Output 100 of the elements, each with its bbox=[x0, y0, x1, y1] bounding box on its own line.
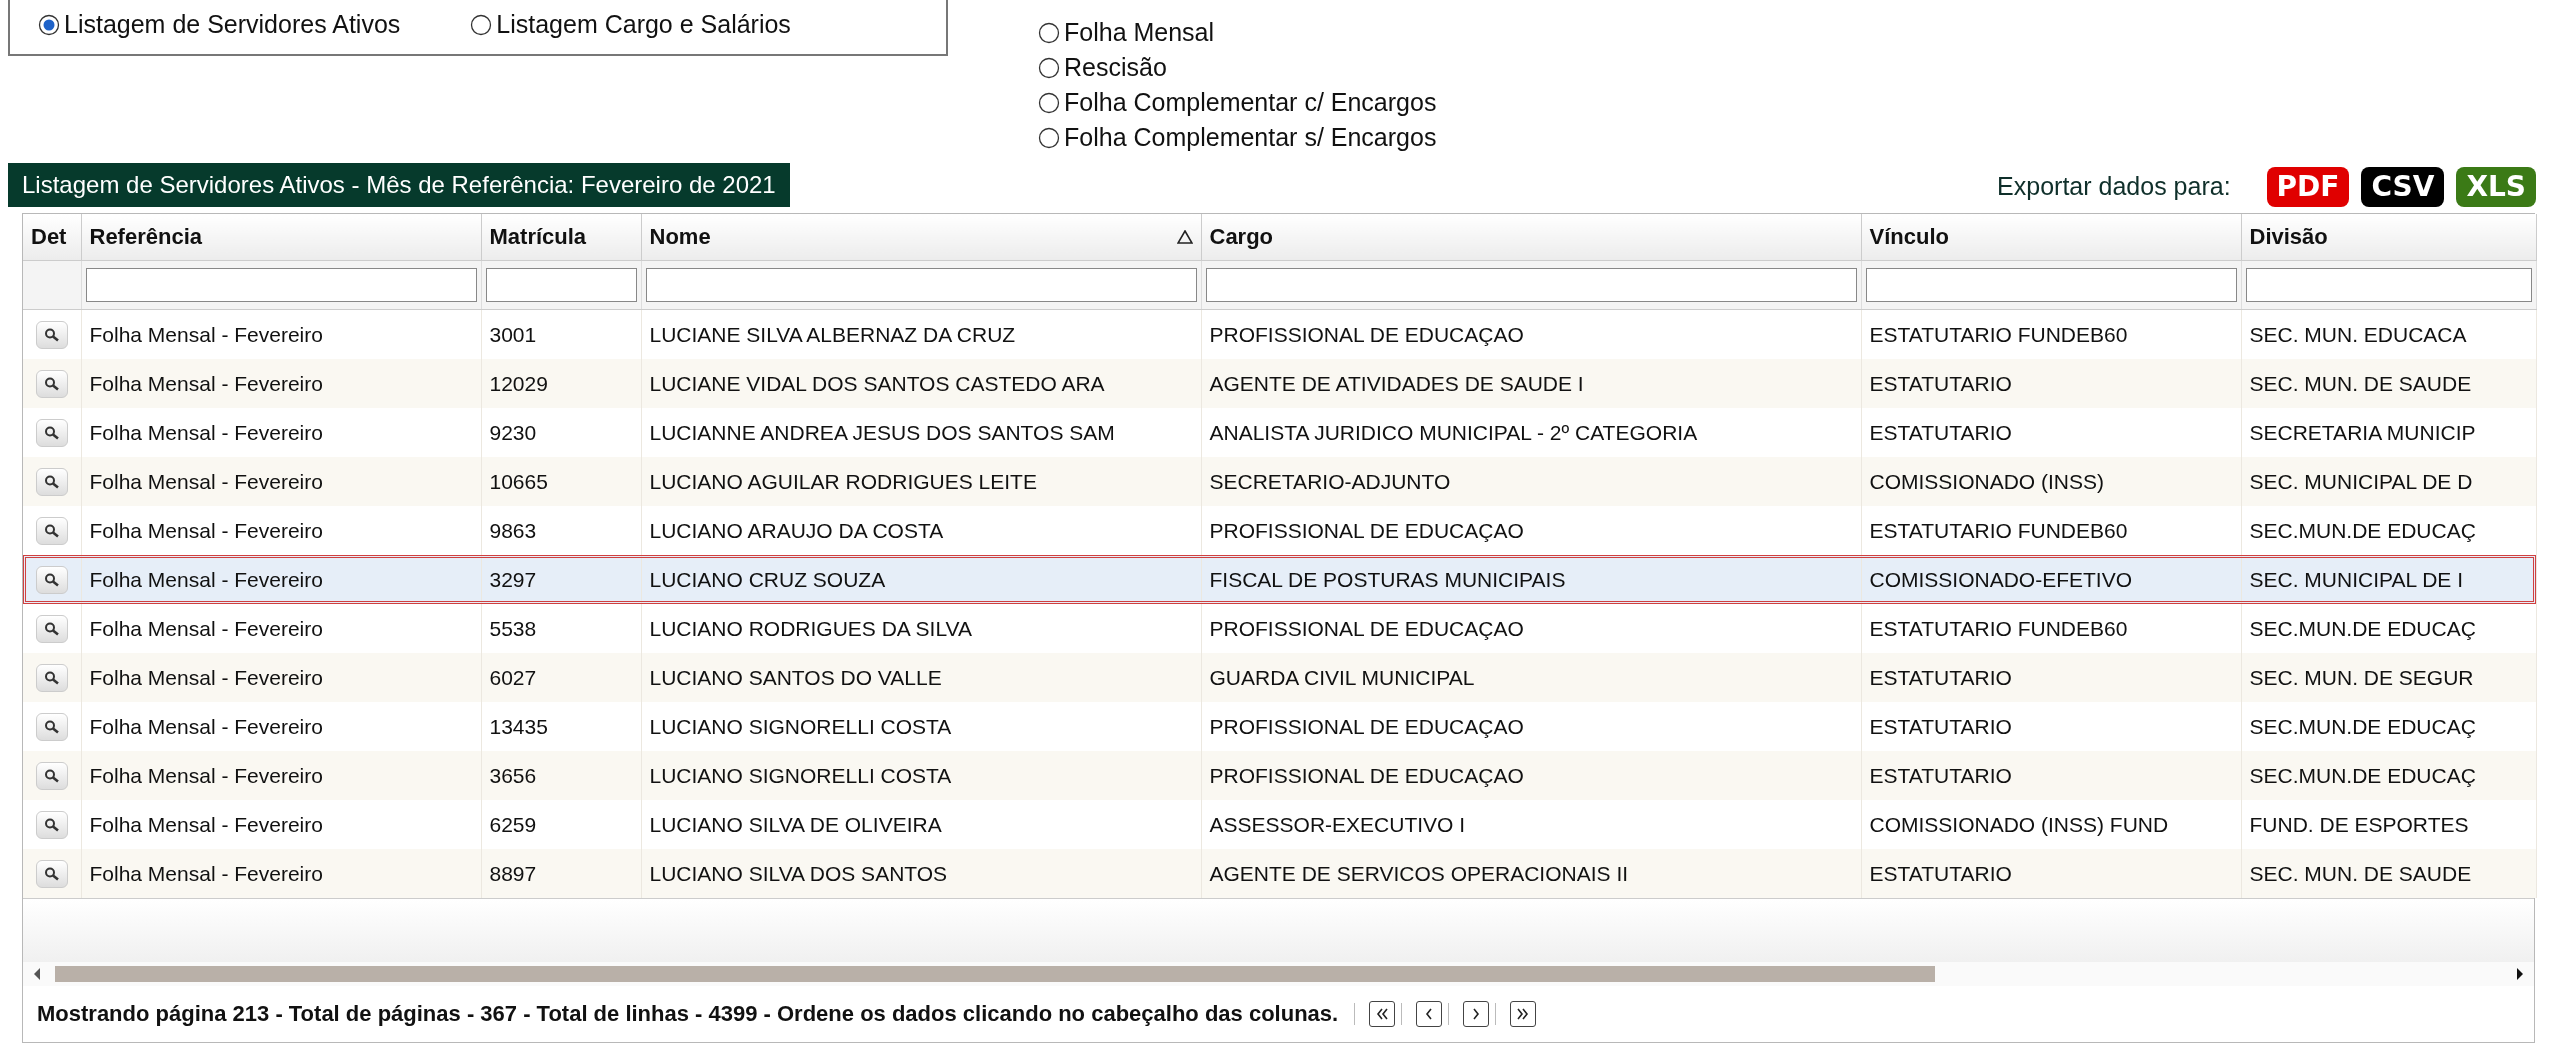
radio-option[interactable]: Folha Complementar c/ Encargos bbox=[1038, 88, 1998, 117]
search-icon bbox=[43, 817, 60, 832]
column-header[interactable]: Nome bbox=[641, 214, 1201, 261]
table-cell: ESTATUTARIO bbox=[1869, 420, 2012, 444]
table-cell: 13435 bbox=[489, 714, 548, 738]
table-row[interactable]: Folha Mensal - Fevereiro 12029 LUCIANE VIDAL DOS SANTOS CASTEDO ARA AGENTE DE ATIVIDADES DE SAUDE I ESTATUTARIO SEC. MUN. DE SAUDE bbox=[23, 359, 2536, 408]
table-cell: 6027 bbox=[489, 665, 537, 689]
filter-field[interactable] bbox=[485, 268, 637, 302]
status-text: Mostrando página 213 - Total de páginas - 367 - Total de linhas - 4399 - Ordene os dados clicando no cabeçalho das colunas. bbox=[37, 1001, 1339, 1027]
details-button[interactable] bbox=[35, 712, 68, 741]
column-header[interactable]: Referência bbox=[81, 214, 481, 261]
column-header[interactable]: Cargo bbox=[1201, 214, 1861, 261]
details-button[interactable] bbox=[35, 614, 68, 643]
table-cell: ESTATUTARIO bbox=[1869, 714, 2012, 738]
radio-button[interactable] bbox=[470, 13, 493, 36]
table-cell: AGENTE DE SERVICOS OPERACIONAIS II bbox=[1209, 861, 1629, 885]
search-icon bbox=[43, 670, 60, 685]
table-cell: 8897 bbox=[489, 861, 537, 885]
export-button[interactable]: CSV bbox=[2361, 167, 2445, 207]
table-row[interactable]: Folha Mensal - Fevereiro 6027 LUCIANO SANTOS DO VALLE GUARDA CIVIL MUNICIPAL ESTATUTARIO SEC. MUN. DE SEGUR bbox=[23, 653, 2536, 702]
table-cell: ESTATUTARIO FUNDEB60 bbox=[1869, 616, 2128, 640]
grid-title: Listagem de Servidores Ativos - Mês de Referência: Fevereiro de 2021 bbox=[8, 163, 790, 207]
table-row[interactable]: Folha Mensal - Fevereiro 10665 LUCIANO AGUILAR RODRIGUES LEITE SECRETARIO-ADJUNTO COMISSIONADO (INSS) SEC. MUNICIPAL DE D bbox=[23, 457, 2536, 506]
table-cell: Folha Mensal - Fevereiro bbox=[89, 714, 323, 738]
table-row[interactable]: Folha Mensal - Fevereiro 3001 LUCIANE SILVA ALBERNAZ DA CRUZ PROFISSIONAL DE EDUCAÇAO ESTATUTARIO FUNDEB60 SEC. MUN. EDUCACA bbox=[23, 309, 2536, 359]
table-cell: SEC.MUN.DE EDUCAÇ bbox=[2249, 714, 2476, 738]
radio-option[interactable]: Folha Mensal bbox=[1038, 18, 1998, 47]
table-cell: LUCIANO CRUZ SOUZA bbox=[649, 567, 886, 591]
filter-field[interactable] bbox=[85, 268, 477, 302]
table-row[interactable]: Folha Mensal - Fevereiro 3297 LUCIANO CRUZ SOUZA FISCAL DE POSTURAS MUNICIPAIS COMISSIONADO-EFETIVO SEC. MUNICIPAL DE I bbox=[23, 555, 2536, 604]
next-page-button[interactable] bbox=[1463, 1001, 1490, 1027]
filter-field[interactable] bbox=[2245, 268, 2532, 302]
details-button[interactable] bbox=[35, 663, 68, 692]
table-cell: ESTATUTARIO FUNDEB60 bbox=[1869, 322, 2128, 346]
scrollbar-thumb[interactable] bbox=[55, 966, 1935, 982]
scroll-left-icon[interactable] bbox=[33, 968, 41, 980]
radio-option[interactable]: Folha Complementar s/ Encargos bbox=[1038, 123, 1998, 152]
details-button[interactable] bbox=[35, 369, 68, 398]
table-cell: SECRETARIA MUNICIP bbox=[2249, 420, 2476, 444]
column-header[interactable]: Det bbox=[23, 214, 81, 261]
table-cell: COMISSIONADO (INSS) FUND bbox=[1869, 812, 2169, 836]
table-cell: SEC. MUN. EDUCACA bbox=[2249, 322, 2467, 346]
details-button[interactable] bbox=[35, 516, 68, 545]
radio-option[interactable]: Rescisão bbox=[1038, 53, 1998, 82]
filter-field[interactable] bbox=[1205, 268, 1857, 302]
first-page-icon bbox=[1374, 1006, 1391, 1022]
last-page-button[interactable] bbox=[1510, 1001, 1537, 1027]
table-row[interactable]: Folha Mensal - Fevereiro 3656 LUCIANO SIGNORELLI COSTA PROFISSIONAL DE EDUCAÇAO ESTATUTARIO SEC.MUN.DE EDUCAÇ bbox=[23, 751, 2536, 800]
table-cell: 3656 bbox=[489, 763, 537, 787]
table-cell: LUCIANO SIGNORELLI COSTA bbox=[649, 763, 952, 787]
radio-button[interactable] bbox=[1038, 126, 1060, 149]
table-cell: ESTATUTARIO bbox=[1869, 861, 2012, 885]
details-button[interactable] bbox=[35, 565, 68, 594]
table-cell: SEC.MUN.DE EDUCAÇ bbox=[2249, 616, 2476, 640]
table-cell: ESTATUTARIO FUNDEB60 bbox=[1869, 518, 2128, 542]
table-row[interactable]: Folha Mensal - Fevereiro 13435 LUCIANO SIGNORELLI COSTA PROFISSIONAL DE EDUCAÇAO ESTATUTARIO SEC.MUN.DE EDUCAÇ bbox=[23, 702, 2536, 751]
table-row[interactable]: Folha Mensal - Fevereiro 9230 LUCIANNE ANDREA JESUS DOS SANTOS SAM ANALISTA JURIDICO MUNICIPAL - 2º CATEGORIA ESTATUTARIO SECRETARIA MUNICIP bbox=[23, 408, 2536, 457]
radio-option[interactable]: Listagem Cargo e Salários bbox=[470, 10, 791, 39]
table-row[interactable]: Folha Mensal - Fevereiro 6259 LUCIANO SILVA DE OLIVEIRA ASSESSOR-EXECUTIVO I COMISSIONADO (INSS) FUND FUND. DE ESPORTES bbox=[23, 800, 2536, 849]
table-row[interactable]: Folha Mensal - Fevereiro 9863 LUCIANO ARAUJO DA COSTA PROFISSIONAL DE EDUCAÇAO ESTATUTARIO FUNDEB60 SEC.MUN.DE EDUCAÇ bbox=[23, 506, 2536, 555]
first-page-button[interactable] bbox=[1369, 1001, 1396, 1027]
table-cell: SECRETARIO-ADJUNTO bbox=[1209, 469, 1451, 493]
details-button[interactable] bbox=[35, 810, 68, 839]
column-header[interactable]: Vínculo bbox=[1861, 214, 2241, 261]
table-cell: Folha Mensal - Fevereiro bbox=[89, 420, 323, 444]
table-row[interactable]: Folha Mensal - Fevereiro 8897 LUCIANO SILVA DOS SANTOS AGENTE DE SERVICOS OPERACIONAIS II ESTATUTARIO SEC. MUN. DE SAUDE bbox=[23, 849, 2536, 898]
table-cell: PROFISSIONAL DE EDUCAÇAO bbox=[1209, 322, 1524, 346]
search-icon bbox=[43, 621, 60, 636]
details-button[interactable] bbox=[35, 467, 68, 496]
radio-button[interactable] bbox=[1038, 21, 1060, 44]
details-button[interactable] bbox=[35, 761, 68, 790]
table-row[interactable]: Folha Mensal - Fevereiro 5538 LUCIANO RODRIGUES DA SILVA PROFISSIONAL DE EDUCAÇAO ESTATUTARIO FUNDEB60 SEC.MUN.DE EDUCAÇ bbox=[23, 604, 2536, 653]
table-cell: 6259 bbox=[489, 812, 537, 836]
table-cell: 10665 bbox=[489, 469, 548, 493]
details-button[interactable] bbox=[35, 859, 68, 888]
table-cell: PROFISSIONAL DE EDUCAÇAO bbox=[1209, 763, 1524, 787]
table-cell: Folha Mensal - Fevereiro bbox=[89, 861, 323, 885]
radio-button[interactable] bbox=[1038, 56, 1060, 79]
column-header[interactable]: Divisão bbox=[2241, 214, 2536, 261]
table-cell: Folha Mensal - Fevereiro bbox=[89, 371, 323, 395]
export-button[interactable]: XLS bbox=[2456, 167, 2536, 207]
details-button[interactable] bbox=[35, 320, 68, 349]
radio-button-selected[interactable] bbox=[38, 13, 60, 36]
search-icon bbox=[43, 376, 60, 391]
filter-field[interactable] bbox=[1865, 268, 2237, 302]
filter-field[interactable] bbox=[645, 268, 1197, 302]
scroll-right-icon[interactable] bbox=[2516, 968, 2524, 980]
previous-page-button[interactable] bbox=[1416, 1001, 1443, 1027]
radio-button[interactable] bbox=[1038, 91, 1060, 114]
details-button[interactable] bbox=[35, 418, 68, 447]
search-icon bbox=[43, 572, 60, 587]
radio-option[interactable]: Listagem de Servidores Ativos bbox=[38, 10, 401, 39]
column-header[interactable]: Matrícula bbox=[481, 214, 641, 261]
export-button[interactable]: PDF bbox=[2266, 167, 2350, 207]
table-cell: PROFISSIONAL DE EDUCAÇAO bbox=[1209, 616, 1524, 640]
search-icon bbox=[43, 474, 60, 489]
table-cell: Folha Mensal - Fevereiro bbox=[89, 812, 323, 836]
table-cell: COMISSIONADO-EFETIVO bbox=[1869, 567, 2133, 591]
horizontal-scrollbar[interactable] bbox=[23, 962, 2534, 986]
search-icon bbox=[43, 327, 60, 342]
